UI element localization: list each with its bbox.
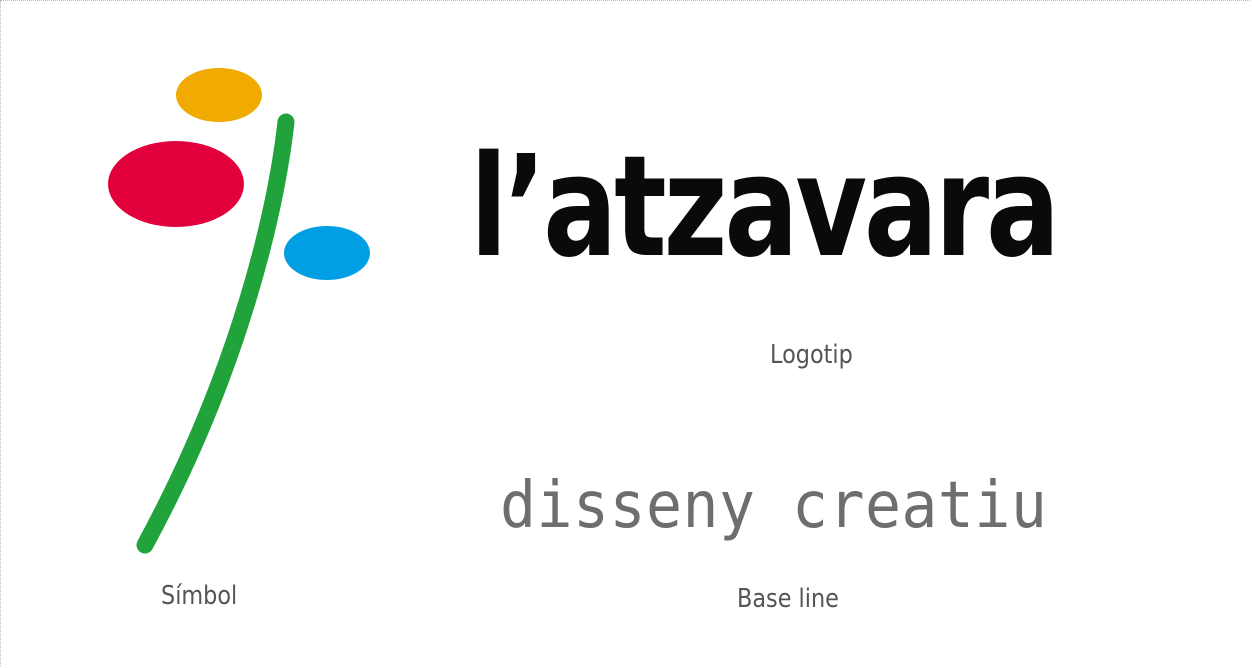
flower-symbol	[108, 68, 370, 554]
red-petal	[108, 141, 244, 227]
logotype-caption: Logotip	[770, 340, 853, 370]
yellow-petal	[176, 68, 262, 122]
baseline-caption: Base line	[737, 584, 839, 614]
logotype-wordmark: l’atzavara	[470, 126, 1060, 289]
baseline-tagline: disseny creatiu	[500, 469, 1048, 543]
symbol-caption: Símbol	[161, 581, 238, 611]
blue-petal	[284, 226, 370, 280]
